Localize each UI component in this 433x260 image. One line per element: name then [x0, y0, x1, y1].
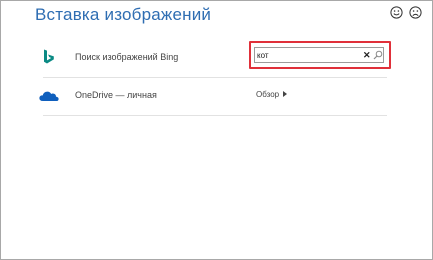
chevron-right-icon	[283, 91, 288, 97]
smiley-sad-icon[interactable]	[409, 6, 422, 19]
bing-search-box: ✕	[254, 47, 384, 63]
insert-pictures-dialog: Вставка изображений Поиск изображений Bi…	[0, 0, 433, 260]
onedrive-label: OneDrive — личная	[75, 90, 157, 100]
browse-label: Обзор	[256, 90, 280, 99]
clear-search-button[interactable]: ✕	[363, 49, 371, 61]
onedrive-cloud-icon	[39, 91, 59, 101]
bing-search-label: Поиск изображений Bing	[75, 52, 179, 62]
bing-search-input[interactable]	[257, 48, 357, 62]
onedrive-row[interactable]: OneDrive — личная Обзор	[39, 77, 387, 116]
search-icon[interactable]	[373, 50, 383, 60]
bing-logo-icon	[44, 49, 54, 64]
dialog-title: Вставка изображений	[35, 5, 212, 24]
browse-button[interactable]: Обзор	[256, 90, 288, 99]
smiley-happy-icon[interactable]	[390, 6, 403, 19]
